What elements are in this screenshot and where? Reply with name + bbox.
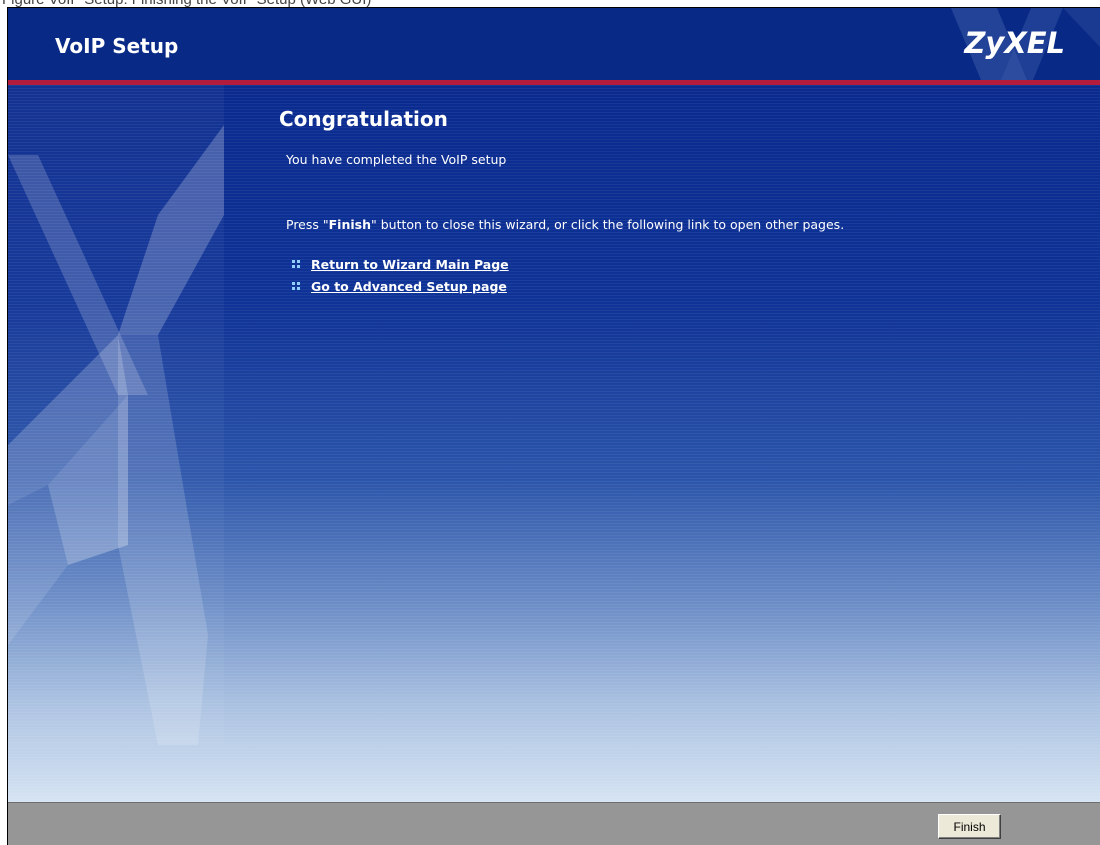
zyxel-logo: ZyXEL (964, 26, 1065, 60)
return-to-wizard-main-link[interactable]: Return to Wizard Main Page (311, 257, 509, 272)
bullet-icon (292, 259, 302, 270)
main-panel: Congratulation You have completed the Vo… (8, 85, 1100, 802)
completed-message: You have completed the VoIP setup (286, 152, 507, 167)
link-row-wizard-main: Return to Wizard Main Page (292, 257, 509, 272)
header-bar: VoIP Setup ZyXEL (8, 8, 1100, 80)
instruction-text: Press "Finish" button to close this wiza… (286, 217, 844, 232)
advanced-setup-link[interactable]: Go to Advanced Setup page (311, 279, 507, 294)
instruction-suffix: " button to close this wizard, or click … (370, 217, 845, 232)
page-title: VoIP Setup (55, 34, 179, 58)
footer-bar: Finish (8, 802, 1100, 845)
left-x-decoration (8, 85, 224, 745)
congratulation-heading: Congratulation (279, 107, 448, 131)
finish-button[interactable]: Finish (938, 814, 1001, 839)
instruction-finish-word: Finish (328, 217, 371, 232)
link-row-advanced-setup: Go to Advanced Setup page (292, 279, 507, 294)
wizard-window: VoIP Setup ZyXEL Congratulation You have… (7, 7, 1100, 845)
instruction-prefix: Press " (286, 217, 329, 232)
bullet-icon (292, 281, 302, 292)
